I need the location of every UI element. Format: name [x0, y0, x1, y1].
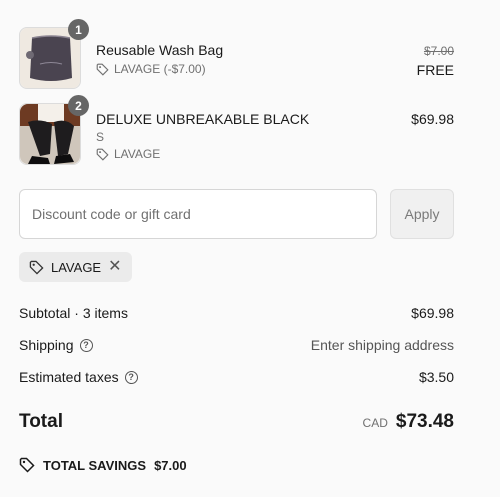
applied-discount-chip: LAVAGE ✕ [19, 252, 132, 282]
item-original-price: $7.00 [423, 44, 454, 58]
item-name: DELUXE UNBREAKABLE BLACK [96, 111, 310, 127]
line-item: 1 Reusable Wash Bag LAVAGE (-$7.00) $7.0… [19, 19, 454, 89]
taxes-value: $3.50 [418, 369, 454, 385]
item-price: $69.98 [411, 111, 454, 127]
item-price: FREE [416, 62, 454, 78]
tag-icon [96, 63, 109, 76]
total-savings: TOTAL SAVINGS $7.00 [19, 457, 187, 473]
item-discount-label: LAVAGE (-$7.00) [114, 62, 206, 76]
taxes-label: Estimated taxes [19, 369, 119, 385]
subtotal-label: Subtotal · 3 items [19, 305, 128, 321]
product-thumbnail: 2 [19, 95, 89, 165]
taxes-row: Estimated taxes ? $3.50 [19, 369, 454, 385]
help-circle-icon[interactable]: ? [124, 370, 138, 384]
subtotal-value: $69.98 [411, 305, 454, 321]
discount-code-input[interactable] [19, 189, 377, 239]
quantity-badge: 1 [68, 19, 89, 40]
currency-code: CAD [362, 416, 388, 430]
shipping-label: Shipping [19, 337, 74, 353]
total-label: Total [19, 411, 63, 432]
total-value: $73.48 [395, 411, 454, 432]
item-discount: LAVAGE [96, 147, 160, 161]
tag-icon [19, 457, 35, 473]
applied-discount-code: LAVAGE [51, 259, 102, 275]
shipping-value: Enter shipping address [310, 337, 454, 353]
apply-button[interactable]: Apply [390, 189, 454, 239]
savings-label: TOTAL SAVINGS [43, 457, 147, 473]
item-discount: LAVAGE (-$7.00) [96, 62, 206, 76]
shipping-row: Shipping ? Enter shipping address [19, 337, 454, 353]
tag-icon [29, 260, 44, 275]
item-name: Reusable Wash Bag [96, 42, 224, 58]
item-variant: S [96, 130, 105, 144]
savings-value: $7.00 [154, 457, 187, 473]
help-circle-icon[interactable]: ? [79, 338, 93, 352]
subtotal-row: Subtotal · 3 items $69.98 [19, 305, 454, 321]
remove-discount-icon[interactable]: ✕ [108, 259, 121, 275]
line-item: 2 DELUXE UNBREAKABLE BLACK S LAVAGE $69.… [19, 95, 454, 165]
item-discount-label: LAVAGE [114, 147, 161, 161]
tag-icon [96, 148, 109, 161]
product-thumbnail: 1 [19, 19, 89, 89]
total-row: Total CAD $73.48 [19, 411, 454, 433]
quantity-badge: 2 [68, 95, 89, 116]
